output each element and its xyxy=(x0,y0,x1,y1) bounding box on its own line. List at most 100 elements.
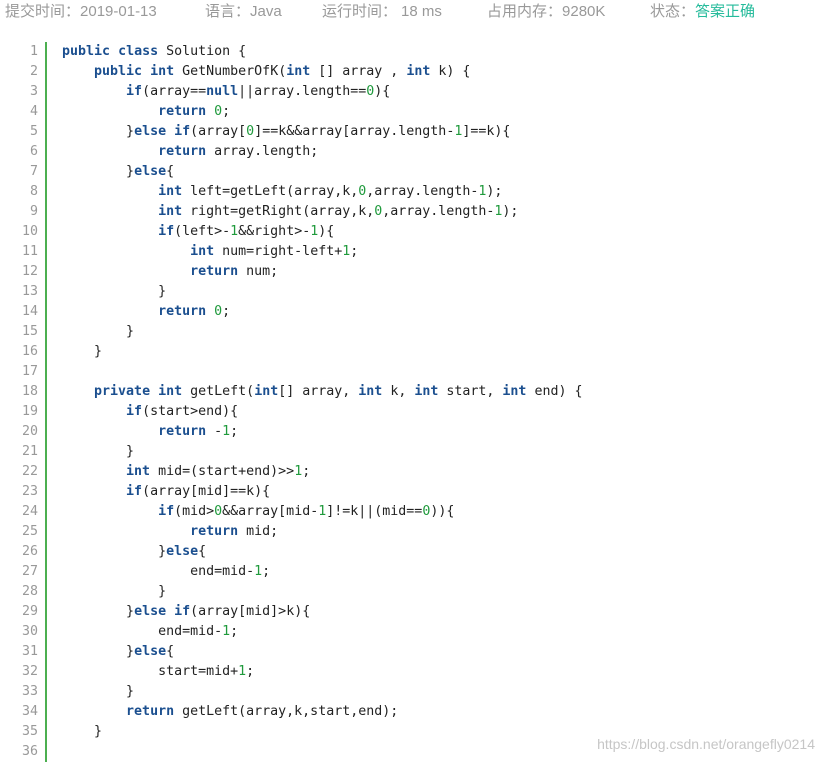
code-line-text: return num; xyxy=(190,264,279,279)
code-line: 13 } xyxy=(0,282,824,302)
watermark: https://blog.csdn.net/orangefly0214 xyxy=(597,736,815,752)
code-line: 10 if(left>-1&&right>-1){ xyxy=(0,222,824,242)
number-token: 0 xyxy=(214,304,223,319)
number-token: 1 xyxy=(478,184,487,199)
number-token: 0 xyxy=(374,204,383,219)
keyword-token: null xyxy=(206,84,239,99)
keyword-token: int xyxy=(254,384,279,399)
code-line-text: return array.length; xyxy=(158,144,319,159)
status-label: 状态： xyxy=(650,3,696,20)
keyword-token: if xyxy=(158,224,175,239)
code-line: 5 }else if(array[0]==k&&array[array.leng… xyxy=(0,122,824,142)
keyword-token: int xyxy=(502,384,527,399)
keyword-token: int xyxy=(150,64,175,79)
code-line: 32 start=mid+1; xyxy=(0,662,824,682)
language-value: Java xyxy=(250,3,282,20)
code-line-text: } xyxy=(62,324,135,339)
keyword-token: int xyxy=(158,204,183,219)
language: 语言：Java xyxy=(205,0,282,24)
keyword-token: return xyxy=(190,264,239,279)
language-label: 语言： xyxy=(205,3,251,20)
code-line-text: int left=getLeft(array,k,0,array.length-… xyxy=(158,184,503,199)
keyword-token: int xyxy=(190,244,215,259)
keyword-token: public xyxy=(94,64,143,79)
keyword-token: else xyxy=(134,644,167,659)
keyword-token: int xyxy=(414,384,439,399)
code-line-text: }else if(array[mid]>k){ xyxy=(62,604,311,619)
keyword-token: if xyxy=(126,404,143,419)
keyword-token: public xyxy=(62,44,111,59)
code-line: 19 if(start>end){ xyxy=(0,402,824,422)
keyword-token: return xyxy=(158,304,207,319)
runtime-label: 运行时间： xyxy=(322,3,398,20)
code-line-text: }else{ xyxy=(62,164,175,179)
keyword-token: class xyxy=(118,44,159,59)
line-number: 19 xyxy=(21,404,38,419)
code-line: 28 } xyxy=(0,582,824,602)
number-token: 1 xyxy=(342,244,351,259)
code-line-text: start=mid+1; xyxy=(62,664,255,679)
number-token: 1 xyxy=(254,564,263,579)
code-line-text: if(left>-1&&right>-1){ xyxy=(158,224,335,239)
line-number: 32 xyxy=(21,664,38,679)
keyword-token: if xyxy=(158,504,175,519)
code-line: 16 } xyxy=(0,342,824,362)
keyword-token: int xyxy=(406,64,431,79)
code-line-text: return mid; xyxy=(190,524,279,539)
code-line: 17 xyxy=(0,362,824,382)
code-line: 21 } xyxy=(0,442,824,462)
line-number: 29 xyxy=(21,604,38,619)
code-line-text: }else if(array[0]==k&&array[array.length… xyxy=(62,124,511,139)
line-number: 13 xyxy=(21,284,38,299)
keyword-token: if xyxy=(126,484,143,499)
line-number: 5 xyxy=(29,124,38,139)
code-line: 26 }else{ xyxy=(0,542,824,562)
code-line: 25 return mid; xyxy=(0,522,824,542)
submit-time-label: 提交时间： xyxy=(5,3,81,20)
code-line-text: }else{ xyxy=(62,544,207,559)
keyword-token: if xyxy=(174,124,191,139)
keyword-token: int xyxy=(358,384,383,399)
number-token: 0 xyxy=(358,184,367,199)
keyword-token: int xyxy=(126,464,151,479)
line-number: 18 xyxy=(21,384,38,399)
number-token: 0 xyxy=(214,104,223,119)
line-number: 21 xyxy=(21,444,38,459)
keyword-token: return xyxy=(158,144,207,159)
code-line-text: private int getLeft(int[] array, int k, … xyxy=(94,384,583,399)
code-line-text: return 0; xyxy=(158,104,231,119)
code-line: 12 return num; xyxy=(0,262,824,282)
code-line: 18 private int getLeft(int[] array, int … xyxy=(0,382,824,402)
number-token: 1 xyxy=(222,424,231,439)
number-token: 1 xyxy=(230,224,239,239)
line-number: 6 xyxy=(29,144,38,159)
keyword-token: if xyxy=(174,604,191,619)
line-number: 31 xyxy=(21,644,38,659)
line-number: 12 xyxy=(21,264,38,279)
code-line: 20 return -1; xyxy=(0,422,824,442)
number-token: 1 xyxy=(454,124,463,139)
code-line-text: } xyxy=(62,444,135,459)
keyword-token: private xyxy=(94,384,151,399)
code-line: 6 return array.length; xyxy=(0,142,824,162)
code-line-text: end=mid-1; xyxy=(62,624,239,639)
code-line: 27 end=mid-1; xyxy=(0,562,824,582)
code-line: 8 int left=getLeft(array,k,0,array.lengt… xyxy=(0,182,824,202)
code-line-text: int mid=(start+end)>>1; xyxy=(126,464,311,479)
line-number: 11 xyxy=(21,244,38,259)
line-number: 24 xyxy=(21,504,38,519)
code-line: 1 public class Solution { xyxy=(0,42,824,62)
line-number: 22 xyxy=(21,464,38,479)
line-number: 17 xyxy=(21,364,38,379)
keyword-token: else xyxy=(134,124,167,139)
memory-usage-label: 占用内存： xyxy=(487,3,563,20)
number-token: 1 xyxy=(318,504,327,519)
code-line: 24 if(mid>0&&array[mid-1]!=k||(mid==0)){ xyxy=(0,502,824,522)
submission-info: 提交时间：2019-01-13 语言：Java 运行时间： 18 ms 占用内存：… xyxy=(0,0,824,24)
code-line-text: }else{ xyxy=(62,644,175,659)
code-lines: 1 public class Solution {2 public int Get… xyxy=(0,42,824,762)
line-number: 36 xyxy=(21,744,38,759)
line-number: 10 xyxy=(21,224,38,239)
code-line: 29 }else if(array[mid]>k){ xyxy=(0,602,824,622)
code-line: 3 if(array==null||array.length==0){ xyxy=(0,82,824,102)
